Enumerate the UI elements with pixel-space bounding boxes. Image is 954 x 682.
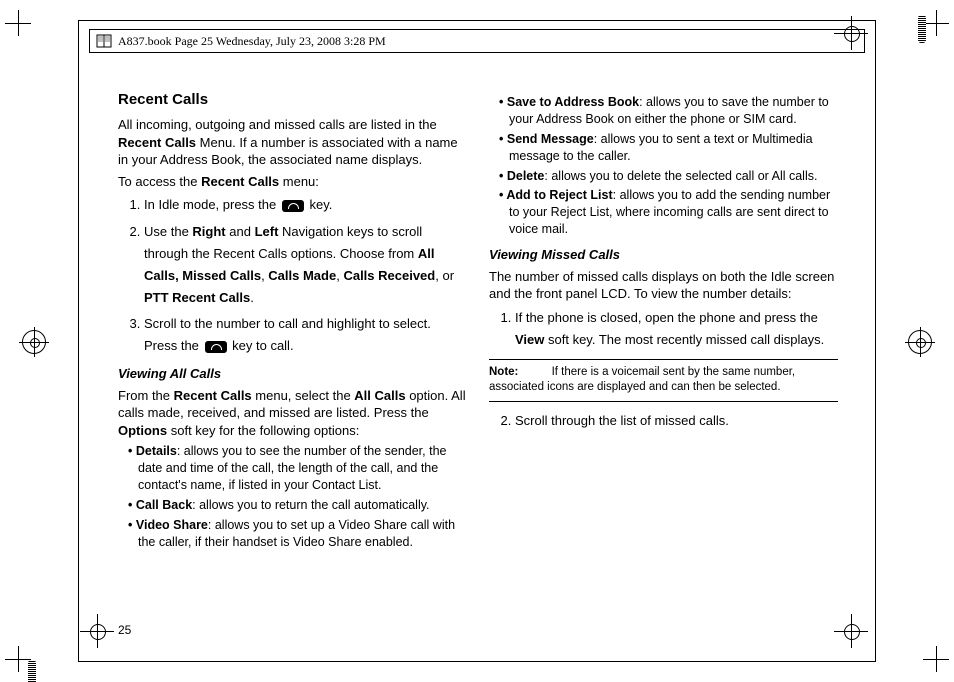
options-list: Details: allows you to see the number of… bbox=[118, 443, 467, 550]
list-item: Video Share: allows you to set up a Vide… bbox=[128, 517, 467, 551]
list-item: Details: allows you to see the number of… bbox=[128, 443, 467, 494]
header-text: A837.book Page 25 Wednesday, July 23, 20… bbox=[118, 34, 386, 49]
intro-paragraph: All incoming, outgoing and missed calls … bbox=[118, 116, 467, 169]
missed-steps-list: If the phone is closed, open the phone a… bbox=[489, 307, 838, 351]
crosshair-icon bbox=[80, 614, 114, 648]
call-key-icon bbox=[282, 200, 304, 212]
list-item: Add to Reject List: allows you to add th… bbox=[499, 187, 838, 238]
access-paragraph: To access the Recent Calls menu: bbox=[118, 173, 467, 191]
color-strip-icon bbox=[28, 660, 36, 682]
section-title: Recent Calls bbox=[118, 90, 467, 110]
list-item: Delete: allows you to delete the selecte… bbox=[499, 168, 838, 185]
registration-mark-icon bbox=[908, 330, 932, 354]
list-item: Call Back: allows you to return the call… bbox=[128, 497, 467, 514]
viewing-paragraph: From the Recent Calls menu, select the A… bbox=[118, 387, 467, 440]
subsection-title: Viewing Missed Calls bbox=[489, 246, 838, 264]
list-item: Save to Address Book: allows you to save… bbox=[499, 94, 838, 128]
note-block: Note: If there is a voicemail sent by th… bbox=[489, 359, 838, 402]
left-column: Recent Calls All incoming, outgoing and … bbox=[118, 90, 467, 555]
missed-steps-list-cont: Scroll through the list of missed calls. bbox=[489, 410, 838, 432]
crop-mark-icon bbox=[5, 10, 31, 36]
missed-intro: The number of missed calls displays on b… bbox=[489, 268, 838, 303]
right-column: Save to Address Book: allows you to save… bbox=[489, 90, 838, 555]
crop-mark-icon bbox=[923, 646, 949, 672]
steps-list: In Idle mode, press the key. Use the Rig… bbox=[118, 194, 467, 357]
crosshair-icon bbox=[834, 16, 868, 50]
subsection-title: Viewing All Calls bbox=[118, 365, 467, 383]
step-item: Scroll to the number to call and highlig… bbox=[144, 313, 467, 357]
page-content: Recent Calls All incoming, outgoing and … bbox=[118, 90, 838, 555]
crop-mark-icon bbox=[923, 10, 949, 36]
step-item: In Idle mode, press the key. bbox=[144, 194, 467, 216]
page-header: A837.book Page 25 Wednesday, July 23, 20… bbox=[89, 29, 865, 53]
page-number: 25 bbox=[118, 623, 131, 637]
call-key-icon bbox=[205, 341, 227, 353]
note-label: Note: bbox=[489, 366, 518, 378]
step-item: Use the Right and Left Navigation keys t… bbox=[144, 221, 467, 309]
list-item: Send Message: allows you to sent a text … bbox=[499, 131, 838, 165]
crosshair-icon bbox=[834, 614, 868, 648]
options-list-continued: Save to Address Book: allows you to save… bbox=[489, 94, 838, 238]
book-icon bbox=[96, 33, 112, 49]
color-strip-icon bbox=[918, 15, 926, 43]
step-item: Scroll through the list of missed calls. bbox=[515, 410, 838, 432]
note-body: If there is a voicemail sent by the same… bbox=[489, 366, 795, 394]
registration-mark-icon bbox=[22, 330, 46, 354]
step-item: If the phone is closed, open the phone a… bbox=[515, 307, 838, 351]
